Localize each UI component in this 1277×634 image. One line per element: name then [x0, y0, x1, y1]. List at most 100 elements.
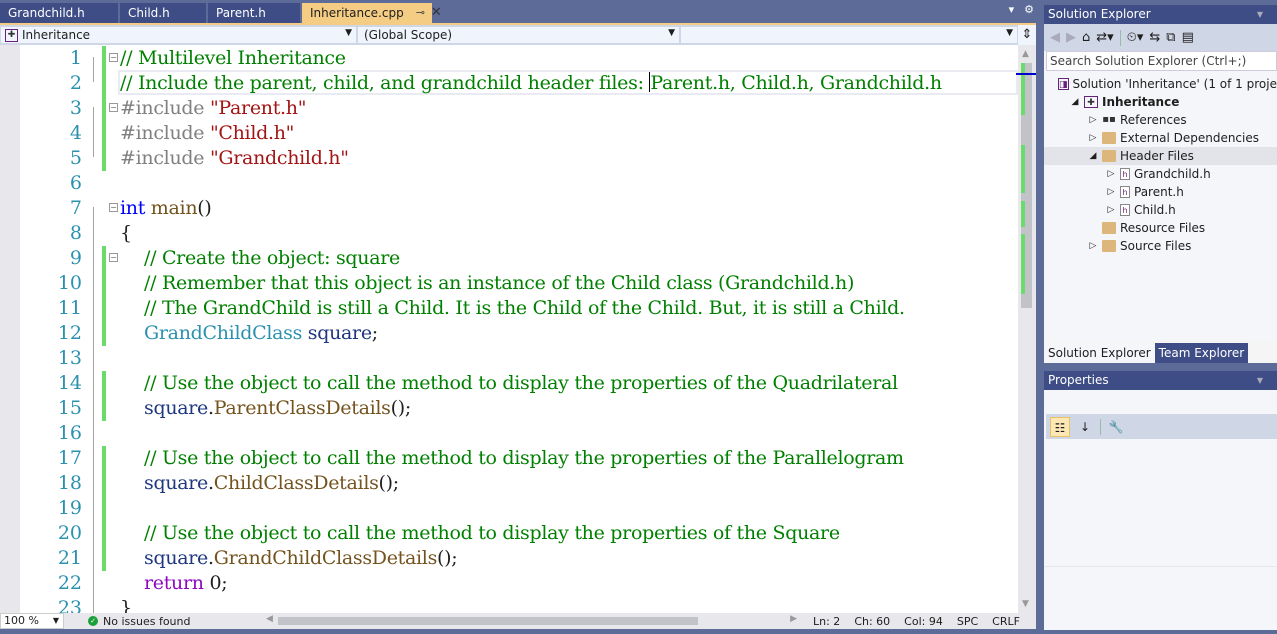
code-text: square.GrandChildClassDetails();	[144, 546, 458, 571]
line-number: 6	[69, 172, 82, 194]
scrollbar-thumb[interactable]	[278, 617, 698, 625]
tree-item-label: Inheritance	[1102, 95, 1180, 109]
code-text: // Remember that this object is an insta…	[144, 272, 855, 294]
collapse-icon[interactable]: −	[109, 53, 118, 62]
collapse-icon[interactable]: −	[109, 103, 118, 112]
collapse-all-icon[interactable]: ⧉	[1166, 30, 1175, 45]
pending-changes-filter-icon[interactable]: ⏲▾	[1127, 30, 1144, 45]
tab-grandchild-h[interactable]: Grandchild.h	[0, 3, 118, 23]
line-number: 17	[57, 447, 82, 469]
line-number: 23	[57, 597, 82, 613]
code-text: // Use the object to call the method to …	[144, 522, 840, 544]
tree-item-solution[interactable]: ◨ Solution 'Inheritance' (1 of 1 project…	[1044, 75, 1277, 93]
settings-gear-icon[interactable]: ⚙	[1024, 3, 1034, 16]
tree-item-child-h[interactable]: ▷ h Child.h	[1044, 201, 1277, 219]
close-icon[interactable]: ✕	[431, 3, 442, 23]
vertical-scrollbar[interactable]: ▲ ▼	[1016, 45, 1036, 613]
tab-inheritance-cpp[interactable]: Inheritance.cpp ⊸ ✕	[302, 3, 442, 23]
member-dropdown[interactable]: ▼	[680, 26, 1018, 44]
tree-item-header-files[interactable]: ◢ Header Files	[1044, 147, 1277, 165]
line-ending-indicator[interactable]: CRLF	[992, 615, 1020, 628]
chevron-down-icon[interactable]: ▼	[1257, 5, 1263, 24]
tree-item-project[interactable]: ◢ ✚ Inheritance	[1044, 93, 1277, 111]
forward-icon[interactable]: ▶	[1066, 30, 1076, 45]
change-marker	[102, 321, 106, 346]
scroll-up-icon[interactable]: ▲	[1022, 49, 1029, 59]
collapsed-arrow-icon[interactable]: ▷	[1106, 201, 1116, 219]
expanded-arrow-icon[interactable]: ◢	[1088, 147, 1098, 165]
chevron-down-icon[interactable]: ▼	[1257, 371, 1263, 390]
collapse-icon[interactable]: −	[109, 253, 118, 262]
scroll-left-icon[interactable]: ◀	[266, 614, 273, 624]
issues-indicator[interactable]: ✓ No issues found	[88, 615, 258, 628]
sync-icon[interactable]: ⇆	[1149, 30, 1160, 45]
tab-list-dropdown-icon[interactable]: ▾	[1009, 3, 1015, 16]
folder-icon	[1102, 240, 1116, 252]
code-line: 21 square.GrandChildClassDetails();	[20, 546, 1020, 571]
document-tabstrip: Grandchild.h Child.h Parent.h Inheritanc…	[0, 3, 1040, 23]
change-marker	[102, 246, 106, 271]
scroll-down-icon[interactable]: ▼	[1022, 599, 1029, 609]
split-window-button[interactable]: ⇕	[1018, 25, 1036, 45]
tab-label: Child.h	[128, 6, 170, 20]
preprocessor-directive: #include	[120, 147, 210, 169]
header-file-icon: h	[1120, 204, 1130, 216]
code-line: 4 #include "Child.h"	[20, 121, 1020, 146]
zoom-dropdown[interactable]: 100 % ▼	[0, 613, 64, 629]
line-number: 22	[57, 572, 82, 594]
tab-team-explorer[interactable]: Team Explorer	[1154, 343, 1249, 363]
pin-icon[interactable]: ⊸	[416, 3, 425, 23]
tab-parent-h[interactable]: Parent.h	[208, 3, 300, 23]
tree-item-label: Grandchild.h	[1134, 167, 1211, 181]
line-number: 9	[69, 247, 82, 269]
code-editor[interactable]: 1 − // Multilevel Inheritance 2 // Inclu…	[0, 45, 1036, 613]
method-name: ParentClassDetails	[213, 397, 391, 419]
tree-item-label: References	[1120, 113, 1187, 127]
tree-item-references[interactable]: ▷ ▪▪ References	[1044, 111, 1277, 129]
collapse-icon[interactable]: −	[109, 203, 118, 212]
preprocessor-directive: #include	[120, 97, 210, 119]
scroll-right-icon[interactable]: ▶	[790, 614, 797, 624]
horizontal-scrollbar[interactable]: ◀ ▶	[264, 613, 799, 629]
collapsed-arrow-icon[interactable]: ▷	[1106, 165, 1116, 183]
categorized-icon[interactable]: ☷	[1050, 416, 1070, 437]
scope-dropdown[interactable]: (Global Scope) ▼	[357, 26, 680, 44]
punctuation: ;	[371, 322, 378, 344]
code-text: GrandChildClass square;	[144, 321, 378, 346]
code-line: 16	[20, 421, 1020, 446]
tree-item-resource-files[interactable]: Resource Files	[1044, 219, 1277, 237]
home-icon[interactable]: ⌂	[1082, 30, 1090, 45]
collapsed-arrow-icon[interactable]: ▷	[1088, 237, 1098, 255]
tab-child-h[interactable]: Child.h	[120, 3, 206, 23]
tree-item-external-dependencies[interactable]: ▷ External Dependencies	[1044, 129, 1277, 147]
collapsed-arrow-icon[interactable]: ▷	[1106, 183, 1116, 201]
show-all-files-icon[interactable]: ▤	[1182, 30, 1194, 45]
collapsed-arrow-icon[interactable]: ▷	[1088, 129, 1098, 147]
tree-item-parent-h[interactable]: ▷ h Parent.h	[1044, 183, 1277, 201]
alphabetical-sort-icon[interactable]: ↓	[1075, 417, 1095, 437]
solution-explorer-search[interactable]: Search Solution Explorer (Ctrl+;)	[1046, 51, 1277, 71]
whitespace-indicator[interactable]: SPC	[957, 615, 978, 628]
property-pages-wrench-icon[interactable]: 🔧	[1106, 417, 1126, 437]
expanded-arrow-icon[interactable]: ◢	[1070, 93, 1080, 111]
tree-item-label: Source Files	[1120, 239, 1192, 253]
tree-item-grandchild-h[interactable]: ▷ h Grandchild.h	[1044, 165, 1277, 183]
code-line: 15 square.ParentClassDetails();	[20, 396, 1020, 421]
project-dropdown[interactable]: ✚ Inheritance ▼	[0, 26, 357, 44]
punctuation: ();	[378, 472, 400, 494]
back-icon[interactable]: ◀	[1050, 30, 1060, 45]
code-line: 14 // Use the object to call the method …	[20, 371, 1020, 396]
string-literal: "Parent.h"	[209, 97, 307, 119]
collapsed-arrow-icon[interactable]: ▷	[1088, 111, 1098, 129]
tab-label: Grandchild.h	[8, 6, 85, 20]
selection-margin	[0, 45, 20, 613]
change-marker	[102, 496, 106, 521]
punctuation: ()	[197, 197, 212, 219]
keyword: int	[120, 197, 146, 219]
tab-solution-explorer[interactable]: Solution Explorer	[1044, 343, 1155, 363]
line-number: 3	[69, 97, 82, 119]
switch-views-icon[interactable]: ⇄▾	[1096, 30, 1113, 45]
change-marker	[1021, 234, 1025, 294]
tree-item-source-files[interactable]: ▷ Source Files	[1044, 237, 1277, 255]
change-marker	[1021, 201, 1025, 227]
